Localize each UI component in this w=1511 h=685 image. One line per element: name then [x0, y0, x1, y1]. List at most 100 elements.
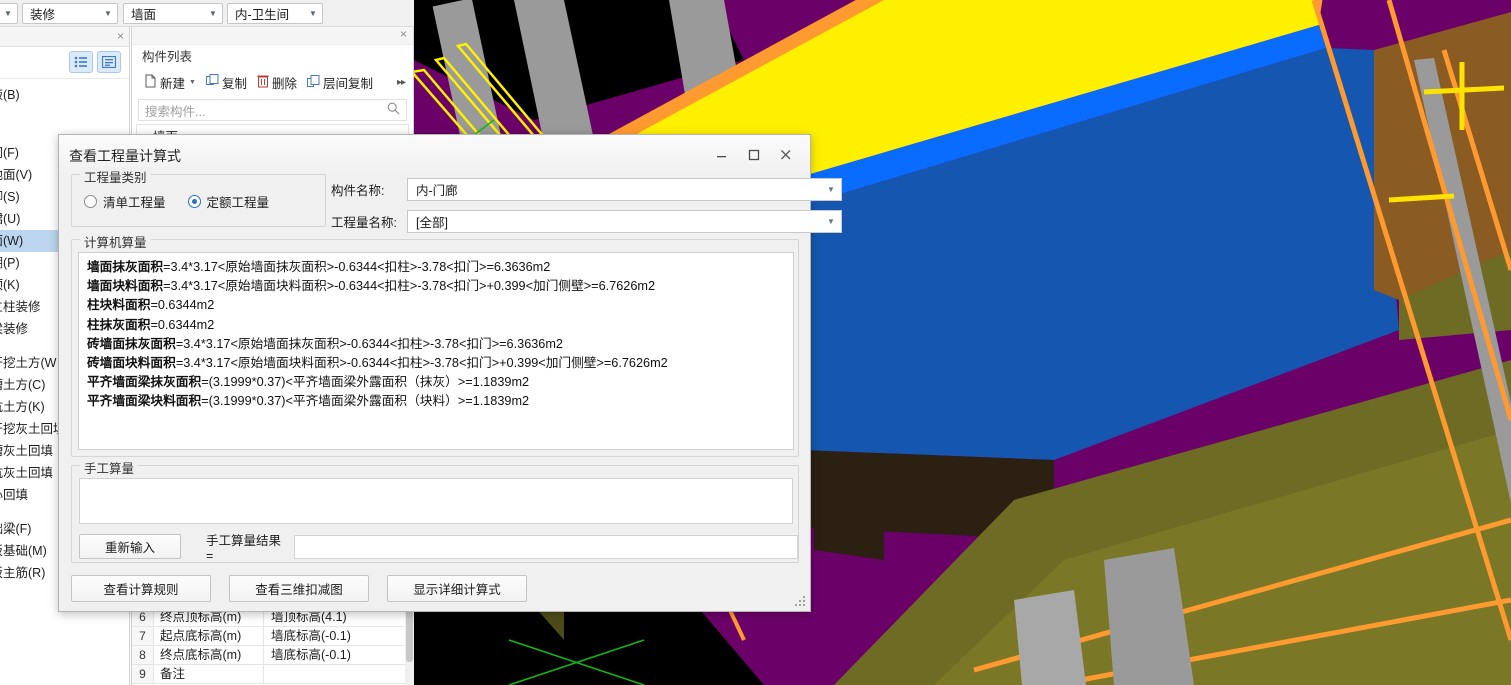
manual-calculation-group: 手工算量 重新输入 手工算量结果= — [71, 458, 799, 563]
formula-label: 砖墙面块料面积 — [87, 356, 176, 371]
formula-line: 墙面抹灰面积=3.4*3.17<原始墙面抹灰面积>-0.6344<扣柱>-3.7… — [87, 258, 785, 277]
top-toolbar: ▼ 装修 ▼ 墙面 ▼ 内-卫生间 ▼ — [0, 0, 414, 27]
nav-gap — [0, 118, 130, 130]
component-name-row: 构件名称: 内-门廊 ▼ — [331, 178, 842, 201]
formula-label: 砖墙面抹灰面积 — [87, 336, 176, 351]
dialog-title: 查看工程量计算式 — [69, 148, 181, 164]
chevron-down-icon: ▼ — [309, 8, 317, 18]
formula-label: 墙面块料面积 — [87, 279, 164, 294]
trash-icon — [257, 74, 269, 91]
formula-line: 砖墙面抹灰面积=3.4*3.17<原始墙面抹灰面积>-0.6344<扣柱>-3.… — [87, 335, 785, 354]
manual-result-row: 重新输入 手工算量结果= — [79, 530, 798, 563]
row-index: 7 — [132, 627, 154, 645]
close-icon[interactable]: × — [400, 27, 407, 41]
row-value[interactable]: 墙底标高(-0.1) — [264, 646, 414, 664]
search-icon[interactable] — [387, 102, 400, 118]
row-name: 终点底标高(m) — [154, 646, 264, 664]
new-button-label: 新建 — [160, 76, 186, 91]
more-toolbar-icon[interactable]: ▸▸ — [397, 77, 406, 88]
component-list-title: 构件列表 — [142, 50, 193, 64]
list-view-icon[interactable] — [69, 51, 93, 73]
quantity-category-group: 工程量类别 清单工程量 定额工程量 — [71, 167, 326, 227]
view-3d-deduct-button[interactable]: 查看三维扣减图 — [229, 575, 369, 602]
row-name: 备注 — [154, 665, 264, 683]
chevron-down-icon[interactable]: ▼ — [189, 79, 196, 86]
formula-text-area[interactable]: 墙面抹灰面积 =3.4*3.17<原始墙面抹灰面积>-0.6344<扣柱>-3.7… — [78, 252, 794, 450]
formula-line: 柱块料面积=0.6344m2 — [87, 296, 785, 315]
manual-calculation-legend: 手工算量 — [80, 458, 139, 477]
quantity-category-radios: 清单工程量 定额工程量 — [84, 192, 269, 211]
component-name-select[interactable]: 内-门廊 ▼ — [407, 178, 842, 201]
chevron-down-icon: ▼ — [209, 8, 217, 18]
formula-label: 墙面抹灰面积 — [87, 260, 164, 274]
radio-indicator — [187, 195, 201, 208]
formula-label: 平齐墙面梁块料面积 — [87, 394, 202, 409]
formula-expression: =3.4*3.17<原始墙面块料面积>-0.6344<扣柱>-3.78<扣门>+… — [175, 356, 668, 371]
auto-calculation-legend: 计算机算量 — [80, 232, 151, 251]
detail-view-icon[interactable] — [97, 51, 121, 73]
maximize-button[interactable] — [740, 143, 766, 165]
row-index: 9 — [132, 665, 154, 683]
nav-item-0-0[interactable]: 加腋(B) — [0, 84, 130, 106]
component-name-label: 构件名称: — [331, 184, 385, 198]
table-row[interactable]: 8 终点底标高(m) 墙底标高(-0.1) — [132, 646, 414, 665]
formula-expression: =3.4*3.17<原始墙面块料面积>-0.6344<扣柱>-3.78<扣门>+… — [163, 279, 656, 294]
dialog-titlebar[interactable]: 查看工程量计算式 — [59, 135, 810, 173]
component-name-value: 内-门廊 — [416, 184, 458, 198]
quantity-name-select[interactable]: [全部] ▼ — [407, 210, 842, 233]
discipline-select[interactable]: 装修 ▼ — [22, 3, 118, 24]
quantity-name-label: 工程量名称: — [331, 216, 397, 230]
search-input[interactable]: 搜索构件... — [138, 99, 407, 121]
manual-input-textarea[interactable] — [79, 478, 793, 524]
formula-expression: =(3.1999*0.37)<平齐墙面梁外露面积（块料）>=1.1839m2 — [201, 394, 530, 409]
row-value[interactable]: 墙底标高(-0.1) — [264, 627, 414, 645]
room-select[interactable]: 内-卫生间 ▼ — [227, 3, 323, 24]
delete-button[interactable]: 删除 — [253, 71, 301, 94]
new-file-icon — [144, 73, 157, 91]
quantity-category-legend: 工程量类别 — [80, 167, 151, 186]
chevron-down-icon: ▼ — [827, 185, 835, 194]
search-input-placeholder: 搜索构件... — [145, 104, 206, 119]
formula-expression: =0.6344m2 — [150, 298, 215, 313]
dialog-footer: 查看计算规则 查看三维扣减图 显示详细计算式 — [71, 575, 527, 602]
new-button[interactable]: 新建 ▼ — [140, 71, 200, 94]
view-rules-button[interactable]: 查看计算规则 — [71, 575, 211, 602]
formula-line: 墙面块料面积=3.4*3.17<原始墙面块料面积>-0.6344<扣柱>-3.7… — [87, 277, 785, 296]
manual-result-label: 手工算量结果= — [205, 534, 281, 563]
quantity-name-row: 工程量名称: [全部] ▼ — [331, 210, 842, 233]
show-detail-button[interactable]: 显示详细计算式 — [387, 575, 527, 602]
formula-line: 柱抹灰面积=0.6344m2 — [87, 316, 785, 335]
formula-expression: =(3.1999*0.37)<平齐墙面梁外露面积（抹灰）>=1.1839m2 — [201, 375, 530, 390]
radio-bill-quantity[interactable]: 清单工程量 — [84, 192, 166, 211]
chevron-down-icon: ▼ — [104, 8, 112, 18]
layer-copy-button[interactable]: 层间复制 — [303, 71, 377, 94]
formula-label: 柱块料面积 — [87, 298, 151, 313]
close-button[interactable] — [772, 143, 798, 165]
radio-norm-quantity-label: 定额工程量 — [206, 196, 270, 210]
formula-line: 砖墙面块料面积=3.4*3.17<原始墙面块料面积>-0.6344<扣柱>-3.… — [87, 354, 785, 373]
copy-button[interactable]: 复制 — [202, 71, 251, 94]
element-select[interactable]: 墙面 ▼ — [123, 3, 223, 24]
table-row[interactable]: 9 备注 — [132, 665, 414, 684]
element-select-value: 墙面 — [131, 8, 157, 22]
resize-grip-icon[interactable] — [795, 596, 807, 608]
formula-expression: =0.6344m2 — [150, 317, 215, 332]
radio-norm-quantity[interactable]: 定额工程量 — [187, 192, 270, 211]
row-value[interactable] — [264, 665, 414, 683]
formula-expression: =3.4*3.17<原始墙面抹灰面积>-0.6344<扣柱>-3.78<扣门>=… — [175, 336, 563, 351]
row-index: 8 — [132, 646, 154, 664]
navigation-panel-toolbar — [0, 47, 129, 79]
component-list-header: × — [132, 27, 413, 45]
vertical-scrollbar[interactable] — [405, 608, 414, 685]
layer-copy-icon — [306, 74, 320, 91]
category-select[interactable]: ▼ — [0, 3, 18, 24]
table-row[interactable]: 7 起点底标高(m) 墙底标高(-0.1) — [132, 627, 414, 646]
view-quantity-formula-dialog: 查看工程量计算式 工程量类别 清单工程量 定额工程量 构件名称: 内-门廊 ▼ … — [58, 134, 842, 612]
row-name: 起点底标高(m) — [154, 627, 264, 645]
minimize-button[interactable] — [708, 143, 734, 165]
manual-result-input[interactable] — [294, 534, 798, 559]
close-icon[interactable]: × — [117, 29, 124, 43]
copy-button-label: 复制 — [221, 76, 247, 91]
chevron-down-icon: ▼ — [827, 217, 835, 226]
reinput-button[interactable]: 重新输入 — [79, 534, 181, 559]
